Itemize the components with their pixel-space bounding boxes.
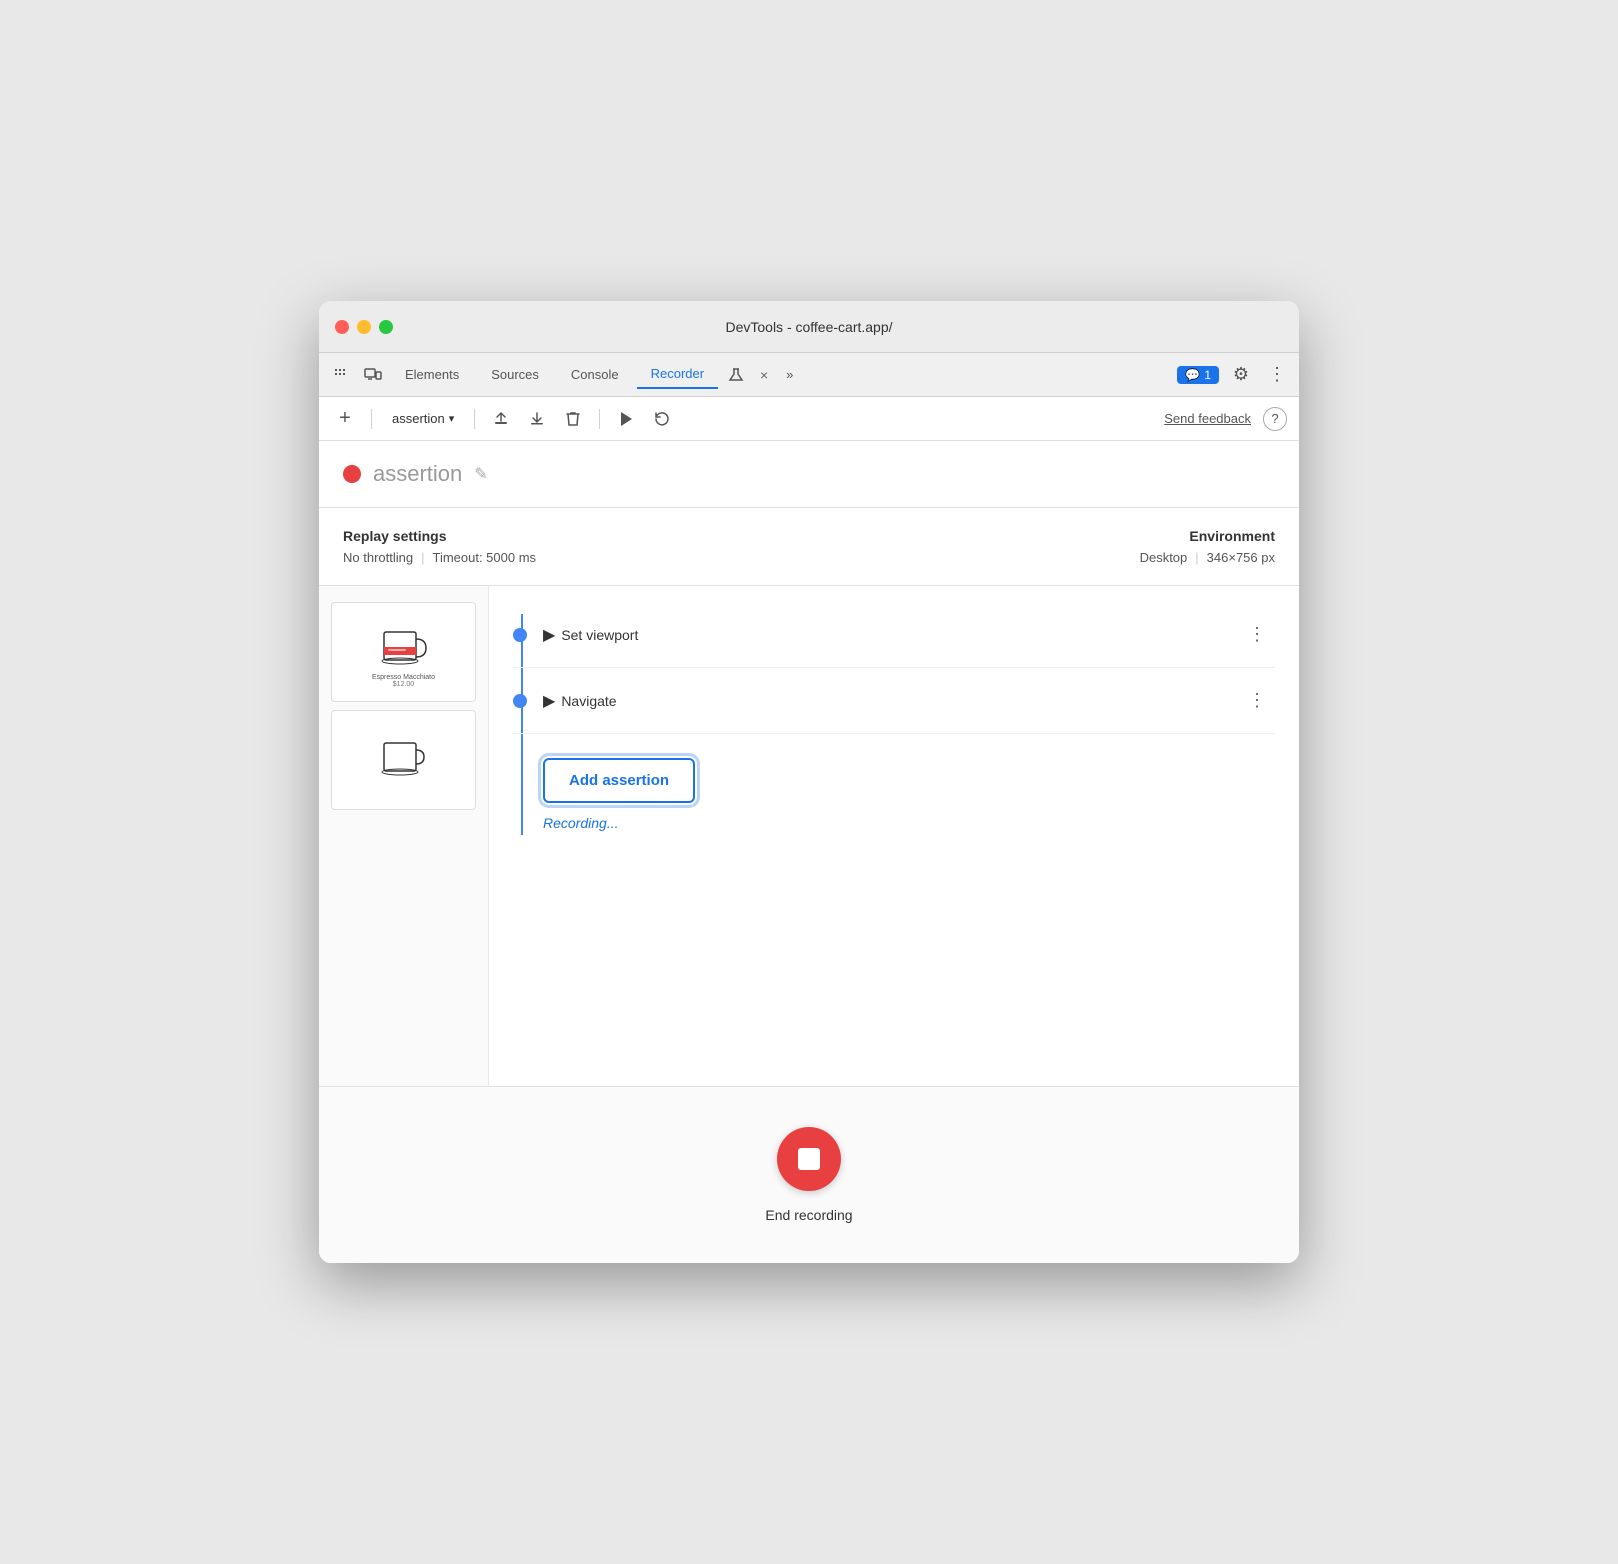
bottom-section: End recording xyxy=(319,1086,1299,1263)
step-menu-2[interactable]: ⋮ xyxy=(1240,686,1275,715)
tab-sources[interactable]: Sources xyxy=(477,361,553,388)
chat-icon: 💬 xyxy=(1185,368,1200,382)
recording-selector[interactable]: assertion ▾ xyxy=(384,407,462,430)
thumb-price-1: $12.00 xyxy=(393,681,414,688)
cursor-icon[interactable] xyxy=(327,361,355,389)
dropdown-arrow-icon: ▾ xyxy=(449,412,455,425)
timeout-value[interactable]: Timeout: 5000 ms xyxy=(432,550,536,565)
close-button[interactable] xyxy=(335,320,349,334)
recording-name-label: assertion xyxy=(392,411,445,426)
maximize-button[interactable] xyxy=(379,320,393,334)
more-options-icon[interactable]: ⋮ xyxy=(1263,361,1291,389)
toolbar-divider-1 xyxy=(371,409,372,429)
settings-icon[interactable]: ⚙ xyxy=(1227,361,1255,389)
thumbnail-panel: Espresso Macchiato $12.00 xyxy=(319,586,489,1086)
help-button[interactable]: ? xyxy=(1263,407,1287,431)
beaker-icon xyxy=(722,361,750,389)
edit-title-icon[interactable]: ✎ xyxy=(474,464,487,484)
toolbar-right: Send feedback ? xyxy=(1164,407,1287,431)
tab-elements[interactable]: Elements xyxy=(391,361,473,388)
toolbar-divider-2 xyxy=(474,409,475,429)
badge-count: 1 xyxy=(1204,368,1211,382)
coffee-image-2 xyxy=(332,730,475,791)
settings-section: Replay settings No throttling | Timeout:… xyxy=(319,508,1299,586)
more-tabs-icon[interactable]: » xyxy=(778,363,801,386)
replay-icon[interactable] xyxy=(648,405,676,433)
title-bar: DevTools - coffee-cart.app/ xyxy=(319,301,1299,353)
step-expand-arrow-1[interactable]: ▶ xyxy=(543,625,555,645)
device-value[interactable]: Desktop xyxy=(1140,550,1188,565)
timeline: ▶ Set viewport ⋮ ▶ Navigate ⋮ Add assert… xyxy=(513,602,1275,847)
thumbnail-1: Espresso Macchiato $12.00 xyxy=(331,602,476,702)
step-menu-1[interactable]: ⋮ xyxy=(1240,620,1275,649)
traffic-lights xyxy=(335,320,393,334)
env-separator: | xyxy=(1195,550,1198,565)
step-dot-2 xyxy=(513,694,527,708)
throttle-value[interactable]: No throttling xyxy=(343,550,413,565)
replay-settings-detail: No throttling | Timeout: 5000 ms xyxy=(343,550,809,565)
send-feedback-link[interactable]: Send feedback xyxy=(1164,411,1251,426)
environment-detail: Desktop | 346×756 px xyxy=(809,550,1275,565)
tab-recorder[interactable]: Recorder xyxy=(637,360,718,389)
tab-right-controls: 💬 1 ⚙ ⋮ xyxy=(1177,361,1291,389)
stop-icon xyxy=(798,1148,820,1170)
end-recording-label: End recording xyxy=(765,1207,852,1223)
export-icon[interactable] xyxy=(487,405,515,433)
tab-close-icon[interactable]: × xyxy=(754,365,774,385)
step-label-2[interactable]: Navigate xyxy=(561,693,1240,709)
add-assertion-button[interactable]: Add assertion xyxy=(543,758,695,803)
add-recording-icon[interactable]: + xyxy=(331,405,359,433)
step-label-1[interactable]: Set viewport xyxy=(561,627,1240,643)
replay-settings-title: Replay settings xyxy=(343,528,809,544)
settings-separator: | xyxy=(421,550,424,565)
delete-icon[interactable] xyxy=(559,405,587,433)
tab-bar: Elements Sources Console Recorder × » 💬 … xyxy=(319,353,1299,397)
environment-title: Environment xyxy=(809,528,1275,544)
toolbar-divider-3 xyxy=(599,409,600,429)
coffee-image-1: Espresso Macchiato $12.00 xyxy=(332,609,475,696)
window-title: DevTools - coffee-cart.app/ xyxy=(725,319,892,335)
end-recording-button[interactable] xyxy=(777,1127,841,1191)
download-icon[interactable] xyxy=(523,405,551,433)
step-dot-1 xyxy=(513,628,527,642)
add-assertion-section: Add assertion Recording... xyxy=(513,734,1275,847)
environment-panel: Environment Desktop | 346×756 px xyxy=(809,528,1275,565)
resolution-value[interactable]: 346×756 px xyxy=(1207,550,1275,565)
devtools-window: DevTools - coffee-cart.app/ Elements Sou… xyxy=(319,301,1299,1263)
thumbnail-2 xyxy=(331,710,476,810)
steps-area: Espresso Macchiato $12.00 xyxy=(319,586,1299,1086)
chat-badge[interactable]: 💬 1 xyxy=(1177,366,1219,384)
replay-settings-panel: Replay settings No throttling | Timeout:… xyxy=(343,528,809,565)
minimize-button[interactable] xyxy=(357,320,371,334)
tab-console[interactable]: Console xyxy=(557,361,633,388)
recording-indicator-dot xyxy=(343,465,361,483)
step-expand-arrow-2[interactable]: ▶ xyxy=(543,691,555,711)
step-row-navigate: ▶ Navigate ⋮ xyxy=(513,668,1275,734)
step-row-set-viewport: ▶ Set viewport ⋮ xyxy=(513,602,1275,668)
main-content: assertion ✎ Replay settings No throttlin… xyxy=(319,441,1299,1263)
recording-title: assertion xyxy=(373,461,462,487)
recorder-toolbar: + assertion ▾ xyxy=(319,397,1299,441)
play-icon[interactable] xyxy=(612,405,640,433)
thumb-label-1: Espresso Macchiato xyxy=(372,674,435,681)
device-toggle-icon[interactable] xyxy=(359,361,387,389)
steps-panel: ▶ Set viewport ⋮ ▶ Navigate ⋮ Add assert… xyxy=(489,586,1299,1086)
recording-status-text: Recording... xyxy=(543,815,618,831)
recording-header: assertion ✎ xyxy=(319,441,1299,508)
